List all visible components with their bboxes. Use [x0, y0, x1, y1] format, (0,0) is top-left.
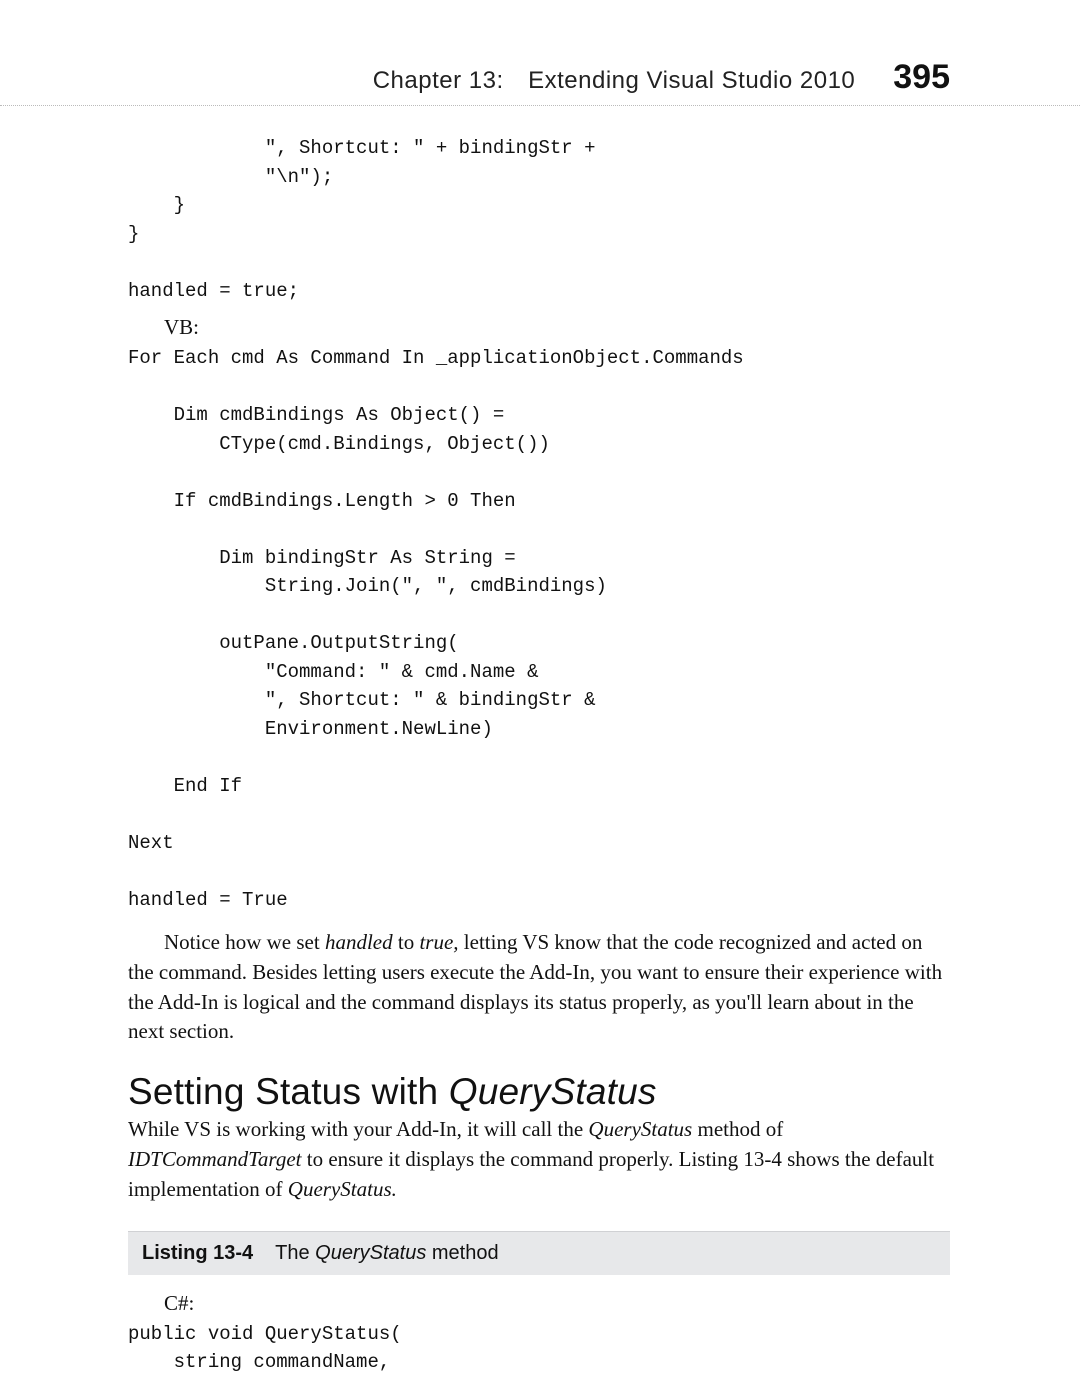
text-run: to — [393, 930, 420, 954]
heading-italic: QueryStatus — [449, 1071, 657, 1112]
code-csharp-2: public void QueryStatus( string commandN… — [128, 1320, 950, 1377]
listing-title-text: The — [275, 1242, 315, 1264]
listing-label-bar: Listing 13-4 The QueryStatus method — [128, 1231, 950, 1275]
text-run: While VS is working with your Add-In, it… — [128, 1117, 588, 1141]
listing-number: Listing 13-4 — [142, 1242, 253, 1264]
page-header: Chapter 13: Extending Visual Studio 2010… — [0, 0, 1080, 106]
italic-text: true, — [419, 930, 458, 954]
listing-title-italic: QueryStatus — [315, 1242, 426, 1264]
listing-title-text: method — [426, 1242, 498, 1264]
section-heading: Setting Status with QueryStatus — [128, 1071, 950, 1113]
language-label-csharp: C#: — [164, 1291, 950, 1316]
body-paragraph-1: Notice how we set handled to true, letti… — [128, 928, 950, 1047]
italic-text: IDTCommandTarget — [128, 1147, 301, 1171]
chapter-title: Chapter 13: Extending Visual Studio 2010 — [373, 67, 856, 95]
italic-text: QueryStatus. — [288, 1177, 397, 1201]
language-label-vb: VB: — [164, 315, 950, 340]
heading-text: Setting Status with — [128, 1071, 449, 1112]
italic-text: QueryStatus — [588, 1117, 692, 1141]
page-content: ", Shortcut: " + bindingStr + "\n"); } }… — [0, 106, 1080, 1377]
page: Chapter 13: Extending Visual Studio 2010… — [0, 0, 1080, 1380]
text-run: Notice how we set — [164, 930, 325, 954]
body-paragraph-2: While VS is working with your Add-In, it… — [128, 1115, 950, 1204]
code-csharp-tail: ", Shortcut: " + bindingStr + "\n"); } }… — [128, 134, 950, 305]
italic-text: handled — [325, 930, 393, 954]
page-number: 395 — [893, 58, 950, 97]
code-vb: For Each cmd As Command In _applicationO… — [128, 344, 950, 914]
text-run: method of — [692, 1117, 783, 1141]
